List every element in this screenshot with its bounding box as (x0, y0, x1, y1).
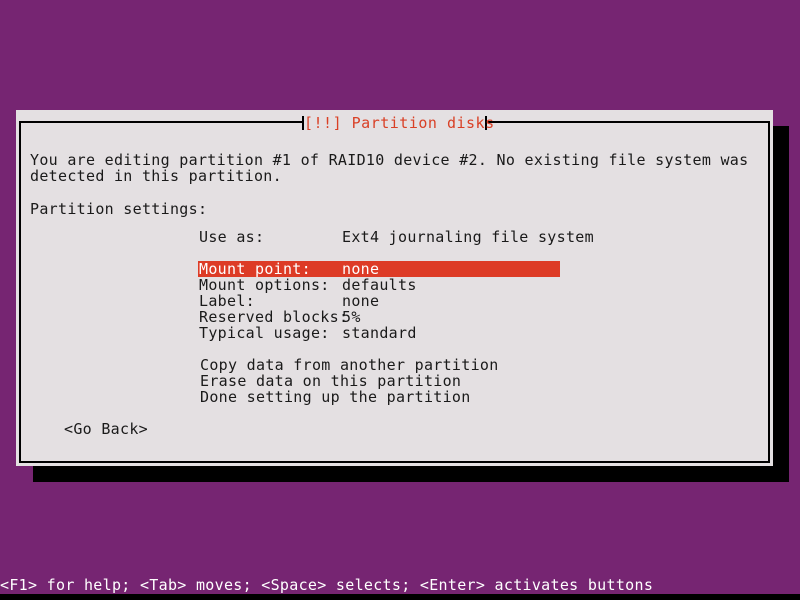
go-back-button[interactable]: <Go Back> (64, 421, 148, 437)
setting-key: Label: (199, 293, 342, 309)
setting-row-label[interactable]: Label:none (199, 293, 561, 309)
setting-key: Mount options: (199, 277, 342, 293)
partition-settings-label: Partition settings: (30, 200, 207, 218)
partition-disks-dialog: [!!] Partition disks You are editing par… (16, 110, 773, 466)
partition-settings-list: Use as:Ext4 journaling file system Mount… (199, 229, 561, 341)
action-done-setting-up-the-partition[interactable]: Done setting up the partition (200, 389, 499, 405)
setting-value: Ext4 journaling file system (342, 228, 594, 246)
setting-key: Mount point: (199, 261, 342, 277)
setting-value: standard (342, 324, 417, 342)
setting-row-mount-point[interactable]: Mount point:none (198, 261, 560, 277)
setting-row-typical-usage[interactable]: Typical usage:standard (199, 325, 561, 341)
dialog-frame-top-right (487, 121, 770, 123)
action-copy-data-from-another-partition[interactable]: Copy data from another partition (200, 357, 499, 373)
dialog-body: You are editing partition #1 of RAID10 d… (16, 124, 773, 466)
keyboard-help-bar: <F1> for help; <Tab> moves; <Space> sele… (0, 577, 800, 594)
setting-key: Typical usage: (199, 325, 342, 341)
setting-key: Use as: (199, 229, 342, 245)
setting-key: Reserved blocks: (199, 309, 342, 325)
partition-actions-list: Copy data from another partition Erase d… (200, 357, 499, 405)
setting-row-reserved-blocks[interactable]: Reserved blocks:5% (199, 309, 561, 325)
dialog-frame-top-left (19, 121, 302, 123)
setting-row-use-as[interactable]: Use as:Ext4 journaling file system (199, 229, 561, 245)
intro-text: You are editing partition #1 of RAID10 d… (30, 152, 758, 184)
setting-row-mount-options[interactable]: Mount options:defaults (199, 277, 561, 293)
action-erase-data-on-this-partition[interactable]: Erase data on this partition (200, 373, 499, 389)
bottom-black-strip (0, 594, 800, 600)
